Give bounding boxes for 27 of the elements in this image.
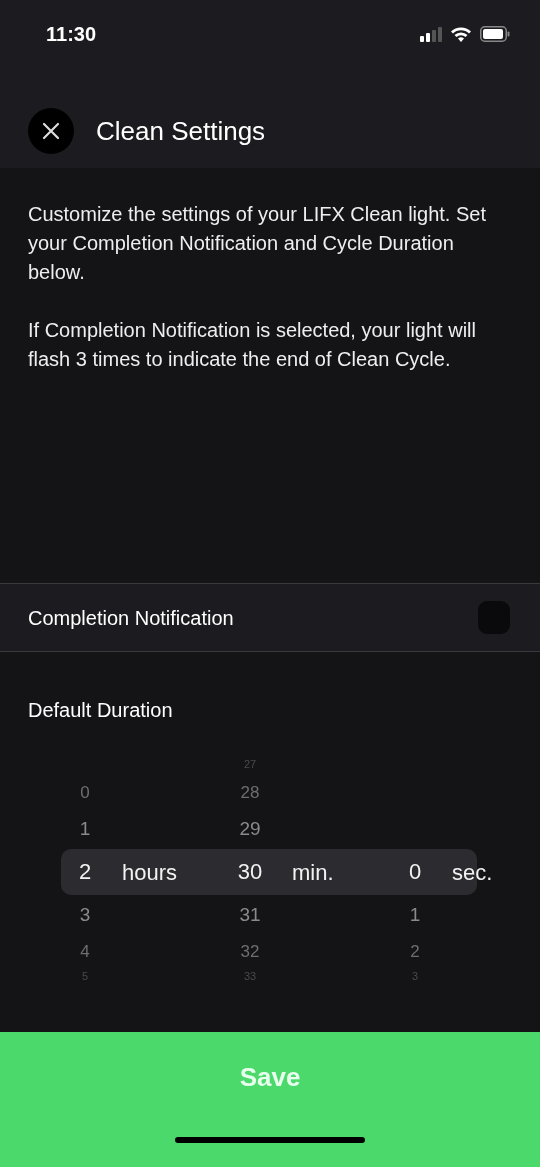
picker-value[interactable]: 30 [237,861,263,883]
picker-unit: min. [292,858,334,887]
picker-value[interactable]: 1 [79,818,91,838]
picker-unit: sec. [452,858,493,887]
picker-value[interactable]: 4 [80,942,90,960]
description-paragraph: If Completion Notification is selected, your light will flash 3 times to indicate the end of Clean Cycle. [28,318,477,372]
status-time: 11:30 [46,22,97,47]
picker-value[interactable]: 31 [239,904,261,924]
default-duration-label: Default Duration [27,698,174,723]
close-button[interactable] [28,108,74,154]
description-paragraph: Customize the settings of your LIFX Clean light. Set your Completion Notification and Cycle Duration below. [28,202,487,285]
picker-value[interactable]: 0 [408,861,422,883]
picker-value[interactable]: 29 [239,818,261,838]
wifi-icon [450,26,472,42]
picker-value[interactable]: 1 [409,904,421,924]
picker-value[interactable]: 32 [240,942,260,960]
picker-value[interactable]: 3 [79,904,91,924]
picker-value[interactable]: 2 [78,861,92,883]
picker-value[interactable]: 2 [410,942,420,960]
screen-title: Clean Settings [96,114,266,148]
signal-icon [420,26,442,42]
close-icon [42,122,60,140]
battery-icon [480,26,510,42]
picker-unit: hours [122,858,178,887]
completion-notification-label: Completion Notification [28,605,234,631]
picker-value[interactable]: 0 [80,783,90,801]
picker-value[interactable]: 28 [240,783,260,801]
